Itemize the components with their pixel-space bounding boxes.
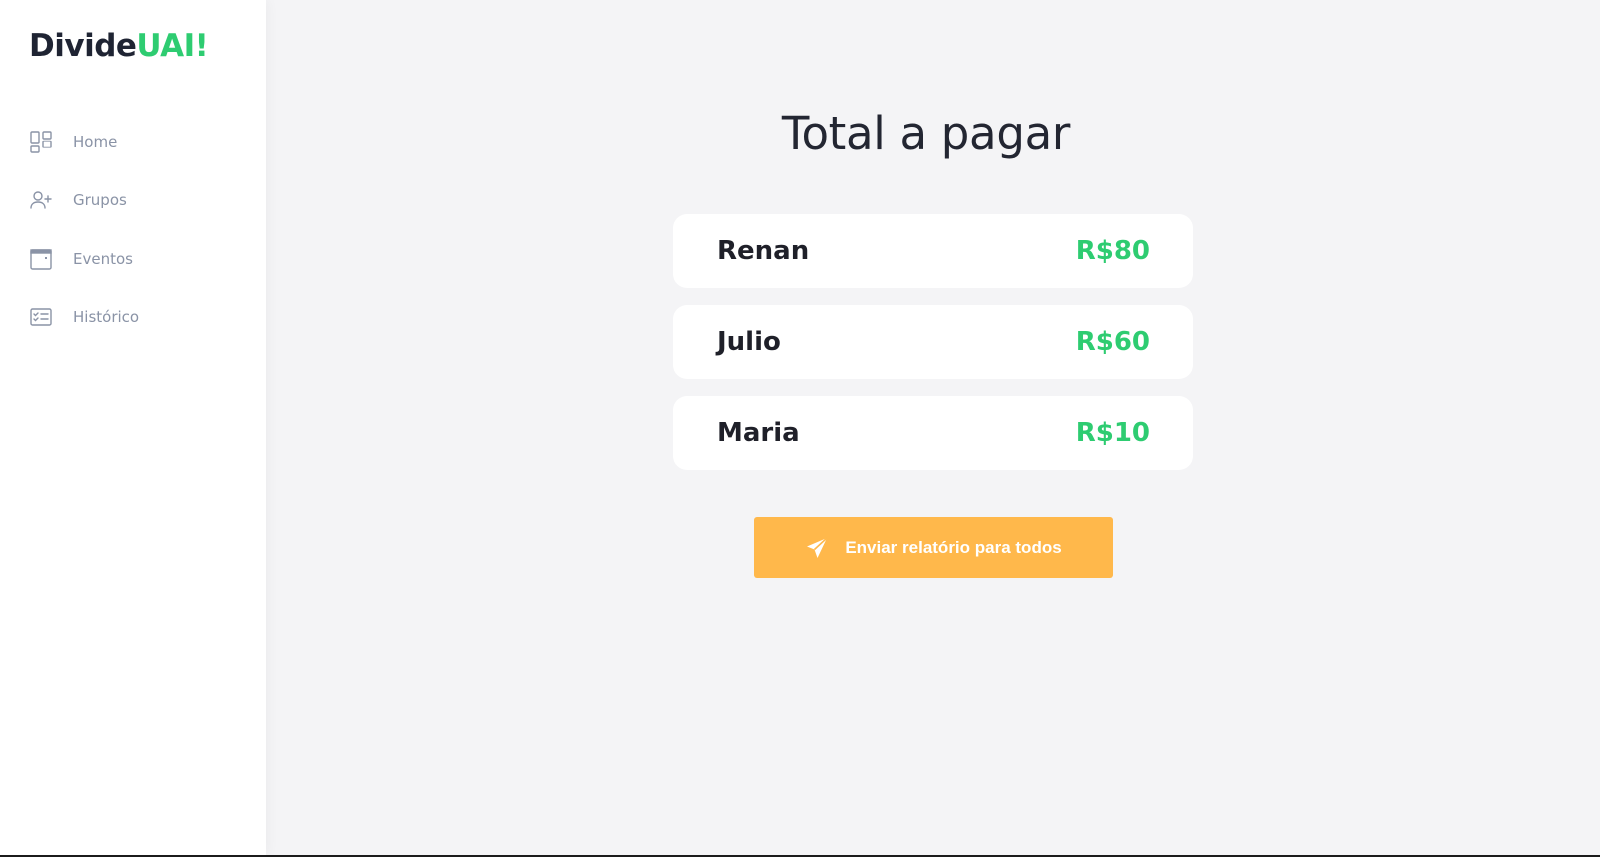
send-icon bbox=[805, 536, 829, 560]
payer-name: Renan bbox=[717, 236, 810, 266]
payer-name: Julio bbox=[717, 327, 781, 357]
payment-card: Renan R$80 bbox=[673, 214, 1193, 288]
sidebar-item-historico[interactable]: Histórico bbox=[29, 303, 239, 331]
logo-text-divide: Divide bbox=[29, 28, 137, 64]
sidebar-item-label: Eventos bbox=[73, 250, 133, 268]
app-logo[interactable]: DivideUAI! bbox=[29, 28, 209, 64]
payment-card: Maria R$10 bbox=[673, 396, 1193, 470]
sidebar: DivideUAI! Home Grupos Eventos Histórico bbox=[0, 0, 266, 855]
sidebar-item-label: Grupos bbox=[73, 191, 127, 209]
logo-text-uai: UAI! bbox=[136, 28, 209, 64]
sidebar-item-grupos[interactable]: Grupos bbox=[29, 186, 239, 214]
checklist-icon bbox=[29, 305, 53, 329]
add-user-icon bbox=[29, 188, 53, 212]
sidebar-item-home[interactable]: Home bbox=[29, 128, 239, 156]
payer-name: Maria bbox=[717, 418, 800, 448]
calendar-icon bbox=[29, 247, 53, 271]
sidebar-item-eventos[interactable]: Eventos bbox=[29, 245, 239, 273]
send-report-button[interactable]: Enviar relatório para todos bbox=[754, 517, 1113, 578]
payment-amount: R$80 bbox=[1075, 236, 1150, 266]
payment-amount: R$60 bbox=[1075, 327, 1150, 357]
page-title: Total a pagar bbox=[781, 107, 1071, 160]
sidebar-item-label: Home bbox=[73, 133, 118, 151]
payment-card: Julio R$60 bbox=[673, 305, 1193, 379]
dashboard-icon bbox=[29, 130, 53, 154]
send-report-label: Enviar relatório para todos bbox=[845, 537, 1062, 557]
payment-amount: R$10 bbox=[1075, 418, 1150, 448]
sidebar-item-label: Histórico bbox=[73, 308, 140, 326]
